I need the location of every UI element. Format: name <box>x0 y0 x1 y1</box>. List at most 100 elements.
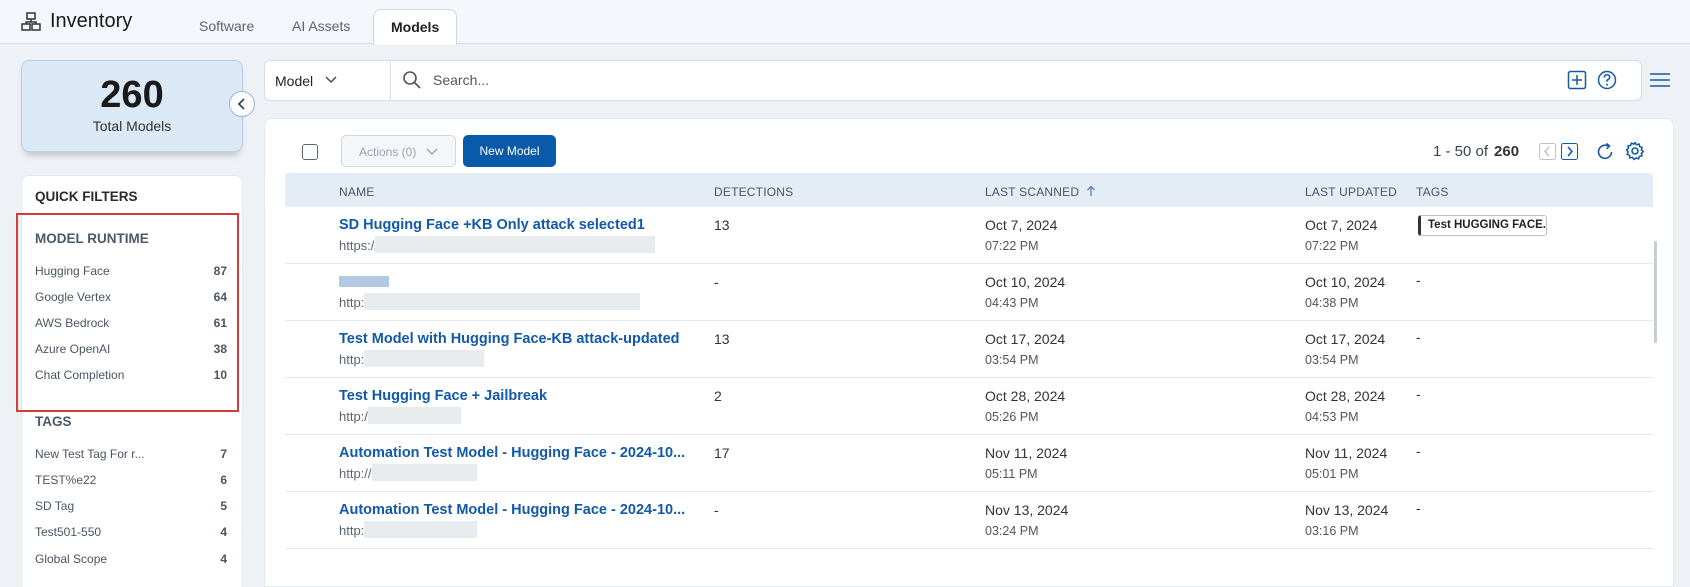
collapse-panel-button[interactable] <box>229 91 255 117</box>
tab-software[interactable]: Software <box>199 18 254 34</box>
last-updated-time: 03:54 PM <box>1305 353 1359 367</box>
column-last-updated[interactable]: LAST UPDATED <box>1305 185 1397 199</box>
redacted-url <box>375 236 655 253</box>
last-updated-time: 07:22 PM <box>1305 239 1359 253</box>
model-name-link[interactable]: SD Hugging Face +KB Only attack selected… <box>339 217 645 233</box>
last-scanned-date: Oct 7, 2024 <box>985 217 1058 233</box>
hamburger-menu-icon[interactable] <box>1650 72 1670 88</box>
tags-value: - <box>1416 386 1421 402</box>
redacted-url <box>364 293 640 310</box>
table-row[interactable]: Automation Test Model - Hugging Face - 2… <box>285 492 1653 549</box>
table-row[interactable]: Test Hugging Face + Jailbreak http:/ 2 O… <box>285 378 1653 435</box>
last-updated-time: 04:38 PM <box>1305 296 1359 310</box>
last-scanned-date: Oct 10, 2024 <box>985 274 1066 290</box>
last-scanned-time: 04:43 PM <box>985 296 1039 310</box>
filter-label: Global Scope <box>35 552 108 566</box>
filter-count: 6 <box>220 473 227 487</box>
filter-label: TEST%e22 <box>35 473 97 487</box>
help-icon[interactable] <box>1597 70 1617 90</box>
select-all-checkbox[interactable] <box>302 144 318 160</box>
column-last-scanned[interactable]: LAST SCANNED <box>985 185 1096 199</box>
model-name-link[interactable]: Test Model with Hugging Face-KB attack-u… <box>339 331 680 347</box>
chevron-left-icon <box>237 98 245 110</box>
tags-value: - <box>1416 500 1421 516</box>
refresh-icon[interactable] <box>1596 142 1615 161</box>
previous-page-icon[interactable] <box>1539 143 1556 160</box>
model-name-link[interactable]: Test Hugging Face + Jailbreak <box>339 388 547 404</box>
filter-label: SD Tag <box>35 499 75 513</box>
models-table-card: Actions (0) New Model 1 - 50 of 260 NAME … <box>264 118 1674 587</box>
redacted-url <box>364 350 484 367</box>
add-icon[interactable] <box>1567 70 1587 90</box>
last-scanned-time: 07:22 PM <box>985 239 1039 253</box>
filter-label: New Test Tag For r... <box>35 447 145 461</box>
filter-tag[interactable]: Global Scope 4 <box>35 552 227 566</box>
filter-tag[interactable]: TEST%e22 6 <box>35 473 227 487</box>
last-updated-date: Oct 17, 2024 <box>1305 331 1386 347</box>
last-updated-date: Oct 28, 2024 <box>1305 388 1386 404</box>
detections-count: - <box>714 274 719 290</box>
table-row[interactable]: SD Hugging Face +KB Only attack selected… <box>285 207 1653 264</box>
filter-tag[interactable]: Test501-550 4 <box>35 525 227 539</box>
tab-models[interactable]: Models <box>373 9 458 45</box>
last-updated-date: Oct 10, 2024 <box>1305 274 1386 290</box>
search-scope-select[interactable]: Model <box>265 61 391 100</box>
total-models-card: 260 Total Models <box>21 60 243 152</box>
table-row[interactable]: http:/ - Oct 10, 2024 04:43 PM Oct 10, 2… <box>285 264 1653 321</box>
pagination-range: 1 - 50 of <box>1433 143 1489 160</box>
last-scanned-date: Oct 28, 2024 <box>985 388 1066 404</box>
last-updated-time: 04:53 PM <box>1305 410 1359 424</box>
filter-count: 4 <box>220 552 227 566</box>
last-scanned-time: 03:24 PM <box>985 524 1039 538</box>
filter-count: 7 <box>220 447 227 461</box>
last-updated-time: 05:01 PM <box>1305 467 1359 481</box>
brand: Inventory <box>20 10 132 33</box>
tags-value: - <box>1416 272 1421 288</box>
filter-count: 5 <box>220 499 227 513</box>
gear-icon[interactable] <box>1625 141 1645 161</box>
highlight-annotation <box>16 213 239 412</box>
filter-tag[interactable]: SD Tag 5 <box>35 499 227 513</box>
page-title: Inventory <box>50 10 133 32</box>
pagination-summary: 1 - 50 of 260 <box>1433 143 1519 160</box>
table-scrollbar[interactable] <box>1654 241 1657 343</box>
filter-label: Test501-550 <box>35 525 102 539</box>
detections-count: 13 <box>714 331 730 347</box>
search-input[interactable] <box>433 69 1433 91</box>
actions-button[interactable]: Actions (0) <box>341 135 456 167</box>
column-detections[interactable]: DETECTIONS <box>714 185 793 199</box>
model-url: http:/ <box>339 409 368 424</box>
model-url: http: <box>339 352 365 367</box>
table-row[interactable]: Automation Test Model - Hugging Face - 2… <box>285 435 1653 492</box>
detections-count: 13 <box>714 217 730 233</box>
tags-title: TAGS <box>35 414 72 429</box>
model-name-link[interactable]: Automation Test Model - Hugging Face - 2… <box>339 445 685 461</box>
chevron-down-icon <box>426 148 438 155</box>
detections-count: 2 <box>714 388 722 404</box>
search-scope-label: Model <box>275 73 314 89</box>
new-model-button[interactable]: New Model <box>463 135 556 167</box>
sort-ascending-icon <box>1086 185 1095 196</box>
last-scanned-time: 03:54 PM <box>985 353 1039 367</box>
model-name-link[interactable]: Automation Test Model - Hugging Face - 2… <box>339 502 685 518</box>
last-updated-time: 03:16 PM <box>1305 524 1359 538</box>
quick-filters-title: QUICK FILTERS <box>35 189 138 204</box>
total-models-count: 260 <box>100 74 164 116</box>
last-scanned-date: Nov 13, 2024 <box>985 502 1069 518</box>
table-row[interactable]: Test Model with Hugging Face-KB attack-u… <box>285 321 1653 378</box>
pagination-total: 260 <box>1494 143 1520 160</box>
tags-value: - <box>1416 329 1421 345</box>
tag-chip[interactable]: Test HUGGING FACE... <box>1418 215 1547 236</box>
top-bar: Inventory Software AI Assets Models <box>0 0 1690 45</box>
filter-tag[interactable]: New Test Tag For r... 7 <box>35 447 227 461</box>
next-page-icon[interactable] <box>1561 143 1578 160</box>
column-name[interactable]: NAME <box>339 185 374 199</box>
chevron-down-icon <box>325 76 337 83</box>
tab-ai-assets[interactable]: AI Assets <box>292 18 350 34</box>
column-tags[interactable]: TAGS <box>1416 185 1449 199</box>
model-url: http:// <box>339 466 372 481</box>
last-scanned-time: 05:26 PM <box>985 410 1039 424</box>
last-scanned-time: 05:11 PM <box>985 467 1038 481</box>
redacted-url <box>364 521 477 538</box>
model-url: https:// <box>339 238 379 253</box>
